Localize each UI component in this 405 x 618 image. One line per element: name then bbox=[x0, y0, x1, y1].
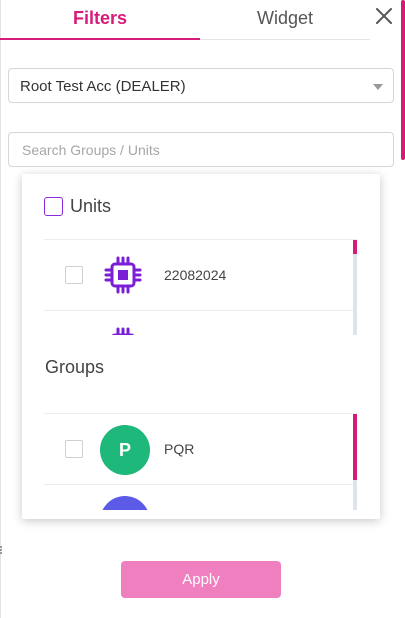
list-item[interactable] bbox=[44, 311, 353, 335]
resize-handle[interactable] bbox=[0, 546, 2, 554]
groups-list: P PQR bbox=[44, 413, 357, 510]
search-results-dropdown: Units 22082024 Groups P PQR bbox=[22, 174, 380, 519]
group-avatar bbox=[100, 496, 150, 510]
group-label: PQR bbox=[164, 441, 195, 457]
close-button[interactable] bbox=[372, 4, 396, 28]
units-scrollbar-track[interactable] bbox=[353, 240, 357, 335]
close-icon bbox=[376, 8, 392, 24]
units-list: 22082024 bbox=[44, 239, 357, 335]
group-checkbox[interactable] bbox=[65, 440, 83, 458]
unit-label: 22082024 bbox=[164, 267, 227, 283]
chevron-down-icon bbox=[373, 84, 383, 90]
list-item[interactable] bbox=[44, 485, 353, 510]
search-input[interactable] bbox=[8, 132, 394, 167]
unit-checkbox[interactable] bbox=[65, 266, 83, 284]
tab-filters[interactable]: Filters bbox=[0, 0, 200, 40]
list-item[interactable]: P PQR bbox=[44, 414, 353, 485]
groups-scrollbar-thumb[interactable] bbox=[353, 414, 357, 480]
groups-title: Groups bbox=[45, 357, 105, 377]
group-avatar: P bbox=[100, 425, 150, 475]
chip-icon bbox=[111, 327, 135, 335]
panel-left-border bbox=[0, 0, 1, 618]
apply-button[interactable]: Apply bbox=[121, 561, 281, 598]
account-select[interactable]: Root Test Acc (DEALER) bbox=[8, 68, 394, 103]
filters-panel: Filters Widget Root Test Acc (DEALER) Un… bbox=[0, 0, 405, 618]
units-title: Units bbox=[70, 196, 112, 216]
chip-icon bbox=[104, 256, 142, 294]
list-item[interactable]: 22082024 bbox=[44, 240, 353, 311]
tab-bar: Filters Widget bbox=[0, 0, 400, 40]
units-select-all-checkbox[interactable] bbox=[44, 197, 63, 216]
account-select-value: Root Test Acc (DEALER) bbox=[20, 78, 186, 95]
tab-widget[interactable]: Widget bbox=[200, 0, 370, 40]
units-scrollbar-thumb[interactable] bbox=[353, 240, 357, 254]
panel-scrollbar[interactable] bbox=[401, 0, 405, 160]
